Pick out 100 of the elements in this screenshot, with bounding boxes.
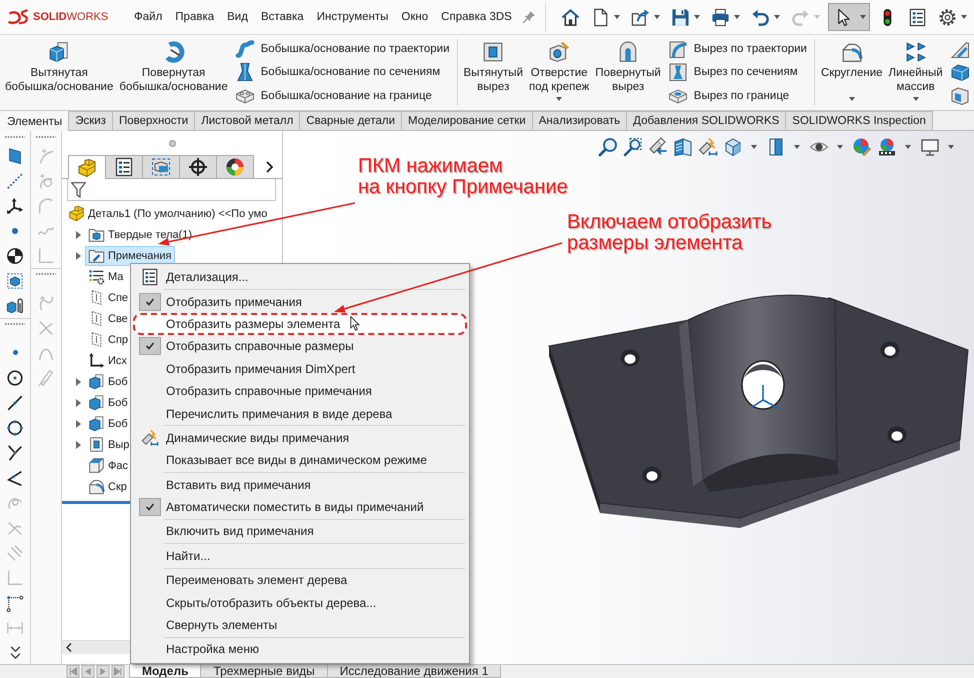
tree-item[interactable]: Фас	[85, 456, 131, 476]
dashed-box-icon[interactable]	[6, 272, 24, 290]
view-tab[interactable]: Модель	[129, 665, 202, 678]
tree-item[interactable]: Деталь1 (По умолчанию) <<По умо	[65, 204, 270, 224]
tree-item[interactable]: Боб	[85, 414, 131, 434]
expand-arrow-icon[interactable]	[76, 230, 80, 238]
filter-field[interactable]	[67, 179, 276, 201]
chevron-right-icon[interactable]	[266, 160, 273, 172]
menu-item[interactable]: Переименовать элемент дерева	[133, 569, 467, 592]
ribbon-button[interactable]: Повернутая бобышка/основание	[116, 35, 231, 110]
dotted-line-icon[interactable]	[6, 172, 24, 190]
ribbon-tab[interactable]: Добавления SOLIDWORKS	[626, 111, 786, 130]
menu-item[interactable]: Автоматически поместить в виды примечаний	[133, 496, 467, 518]
tree-item[interactable]: Твердые тела(1)	[85, 224, 196, 244]
expand-arrow-icon[interactable]	[76, 420, 80, 428]
ribbon-tab[interactable]: Эскиз	[68, 111, 113, 130]
tree-item[interactable]: Выр	[85, 434, 132, 454]
menu-item[interactable]: Настройка меню	[133, 638, 467, 661]
circle-nodes-icon[interactable]	[6, 418, 24, 436]
ribbon-tab[interactable]: Листовой металл	[194, 111, 300, 130]
menu-item[interactable]: Свернуть элементы	[133, 614, 467, 636]
ribbon-tab[interactable]: Элементы	[0, 111, 70, 131]
menu-bar-item[interactable]: Вставка	[260, 11, 304, 23]
pin-icon[interactable]	[522, 10, 536, 24]
line-icon[interactable]	[6, 394, 24, 412]
tree-item[interactable]: Примечания	[85, 246, 175, 266]
menu-item[interactable]: Отобразить справочные размеры	[133, 335, 467, 358]
dot-icon[interactable]	[12, 350, 18, 355]
tree-item[interactable]: Боб	[85, 392, 131, 412]
tree-item[interactable]: Све	[85, 308, 131, 328]
expand-arrow-icon[interactable]	[76, 378, 80, 386]
axes-icon[interactable]	[6, 196, 24, 214]
view-tab[interactable]: Трехмерные виды	[200, 665, 328, 678]
menu-item[interactable]: Найти...	[133, 544, 467, 568]
menu-bar-item[interactable]: Инструменты	[316, 11, 388, 23]
tree-item[interactable]: Спе	[85, 288, 132, 308]
expand-arrow-icon[interactable]	[76, 252, 80, 260]
plane-icon[interactable]	[6, 146, 24, 164]
double-chevron-icon[interactable]	[8, 646, 22, 659]
angle-lines-icon[interactable]	[6, 468, 24, 486]
ribbon-button[interactable]: Вырез по границе	[668, 85, 807, 108]
flashlight-icon[interactable]	[698, 137, 718, 157]
toolbar-button[interactable]	[828, 3, 870, 31]
zoom-area-icon[interactable]	[623, 137, 643, 157]
menu-bar-item[interactable]: Справка 3DS	[441, 11, 512, 23]
ribbon-button[interactable]: Линейный массив	[886, 35, 946, 110]
cross-lines-icon[interactable]	[6, 444, 24, 462]
menu-bar-item[interactable]: Окно	[401, 11, 428, 23]
ribbon-tab[interactable]: Анализировать	[532, 111, 628, 130]
ribbon-button[interactable]: Бобышка/основание по сечениям	[234, 61, 450, 84]
block-clip-icon[interactable]	[6, 296, 24, 314]
menu-item[interactable]: Отобразить справочные примечания	[133, 380, 467, 402]
menu-bar-item[interactable]: Правка	[175, 11, 214, 23]
tree-item[interactable]: Спр	[85, 330, 132, 350]
ribbon-button[interactable]: Отверстие под крепеж	[526, 35, 592, 110]
dot-icon[interactable]	[12, 228, 18, 234]
menu-item[interactable]: Перечислить примечания в виде дерева	[133, 402, 467, 425]
ribbon-button[interactable]: Повернутый вырез	[592, 35, 664, 110]
ribbon-button[interactable]: Бобышка/основание на границе	[234, 85, 450, 108]
ribbon-button[interactable]: Вырез по траектории	[668, 38, 807, 60]
ribbon-button[interactable]: Вырез по сечениям	[668, 61, 807, 84]
menu-item[interactable]: Включить вид примечания	[133, 520, 467, 543]
menu-bar-item[interactable]: Файл	[134, 11, 162, 23]
panel-tab[interactable]	[105, 155, 143, 178]
menu-item[interactable]: Отобразить размеры элемента	[133, 312, 467, 336]
tree-item[interactable]: Исх	[85, 350, 130, 370]
panel-tab[interactable]	[216, 155, 254, 178]
tree-item[interactable]: Ма	[85, 266, 126, 286]
flashlight-arrow-icon[interactable]	[648, 137, 668, 157]
circle-icon[interactable]	[6, 368, 24, 386]
magnifier-icon[interactable]	[598, 137, 618, 157]
menu-item[interactable]: Отобразить примечания	[133, 290, 467, 313]
expand-arrow-icon[interactable]	[76, 398, 80, 406]
menu-item[interactable]: Показывает все виды в динамическом режиме	[133, 449, 467, 472]
color-ball-icon[interactable]	[877, 137, 897, 157]
ribbon-button[interactable]: Вытянутый вырез	[460, 35, 526, 110]
ribbon-button[interactable]: Вытянутая бобышка/основание	[2, 35, 116, 110]
tree-item[interactable]: Скр	[85, 476, 130, 496]
grip-dot-icon[interactable]	[168, 140, 176, 146]
target-icon[interactable]	[6, 246, 24, 264]
menu-item[interactable]: Скрыть/отобразить объекты дерева...	[133, 591, 467, 614]
tool-button[interactable]	[950, 85, 970, 108]
ribbon-tab[interactable]: Сварные детали	[299, 111, 402, 130]
ribbon-tab[interactable]: Поверхности	[112, 111, 196, 130]
monitor-icon[interactable]	[920, 137, 940, 157]
color-ball-pencil-icon[interactable]	[852, 137, 872, 157]
ribbon-tab[interactable]: Моделирование сетки	[401, 111, 533, 130]
menu-bar-item[interactable]: Вид	[227, 11, 248, 23]
menu-item[interactable]: Детализация...	[133, 266, 467, 288]
scrollbar[interactable]	[62, 640, 130, 654]
ribbon-button[interactable]: Скругление	[818, 35, 886, 110]
tree-item[interactable]: Боб	[85, 372, 131, 392]
section-view-icon[interactable]	[673, 137, 693, 157]
expand-arrow-icon[interactable]	[76, 440, 80, 448]
ribbon-tab[interactable]: SOLIDWORKS Inspection	[785, 111, 933, 130]
menu-item[interactable]: Динамические виды примечания	[133, 426, 467, 450]
panel-tab[interactable]	[179, 155, 217, 178]
menu-item[interactable]: Вставить вид примечания	[133, 474, 467, 496]
cube-icon[interactable]	[723, 137, 743, 157]
dotted-corner-icon[interactable]	[6, 594, 24, 612]
